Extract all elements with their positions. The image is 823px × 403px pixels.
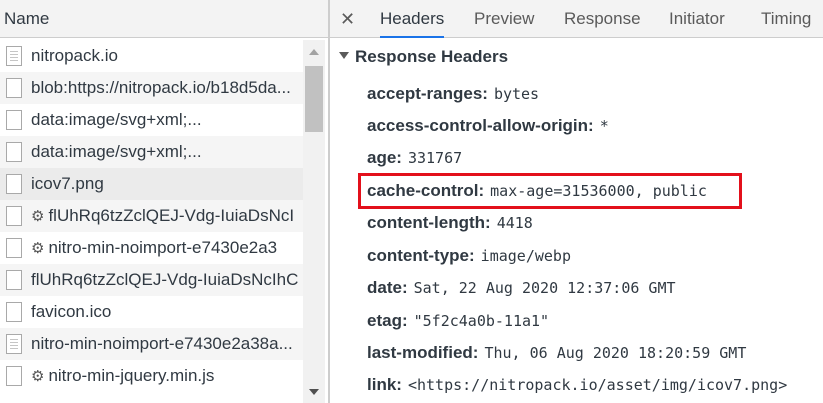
name-column-header[interactable]: Name [0,0,328,38]
request-name: icov7.png [31,174,104,193]
details-tabbar: ✕ Headers Preview Response Initiator Tim… [330,0,823,38]
header-value: 4418 [496,214,533,232]
scroll-up-arrow-icon[interactable] [309,49,319,55]
request-name: nitro-min-jquery.min.js [48,366,215,385]
header-row: content-length: 4418 [367,212,533,234]
header-row: age: 331767 [367,147,462,169]
file-icon [6,206,22,226]
file-icon [6,174,22,194]
header-row: etag: "5f2c4a0b-11a1" [367,310,549,332]
header-key: date: [367,278,408,297]
header-key: age: [367,148,402,167]
header-row: access-control-allow-origin: * [367,115,609,137]
request-name: nitro-min-noimport-e7430e2a38a... [31,334,293,353]
request-name: data:image/svg+xml;... [31,110,202,129]
header-row: content-type: image/webp [367,245,571,267]
header-value: <https://nitropack.io/asset/img/icov7.pn… [407,376,788,394]
expand-triangle-icon [339,52,349,59]
request-row[interactable]: nitro-min-noimport-e7430e2a38a... [0,328,303,360]
request-name: data:image/svg+xml;... [31,142,202,161]
header-value: image/webp [480,247,571,265]
file-icon [6,142,22,162]
gear-icon: ⚙ [31,368,45,385]
tab-response[interactable]: Response [564,0,641,38]
request-name: favicon.ico [31,302,112,321]
gear-icon: ⚙ [31,208,45,225]
request-row[interactable]: favicon.ico [0,296,303,328]
header-key: link: [367,375,402,394]
request-row-selected[interactable]: icov7.png [0,168,303,200]
tab-preview[interactable]: Preview [474,0,534,38]
request-row[interactable]: blob:https://nitropack.io/b18d5da... [0,72,303,104]
tab-initiator[interactable]: Initiator [669,0,725,38]
response-headers-section-toggle[interactable]: Response Headers [339,47,508,67]
request-row[interactable]: ⚙ nitro-min-noimport-e7430e2a3 [0,232,303,264]
request-rows: nitropack.io blob:https://nitropack.io/b… [0,40,303,392]
request-row[interactable]: data:image/svg+xml;... [0,136,303,168]
request-list-scrollbar[interactable] [303,40,325,403]
header-row: last-modified: Thu, 06 Aug 2020 18:20:59 … [367,342,746,364]
request-row[interactable]: data:image/svg+xml;... [0,104,303,136]
header-row: accept-ranges: bytes [367,83,539,105]
section-title: Response Headers [355,47,509,66]
file-icon [6,78,22,98]
file-icon [6,238,22,258]
header-key: accept-ranges: [367,84,488,103]
file-icon [6,302,22,322]
header-value: Sat, 22 Aug 2020 12:37:06 GMT [413,279,676,297]
cache-control-highlight [358,173,742,209]
tab-headers[interactable]: Headers [380,0,445,38]
file-icon [6,110,22,130]
request-name: nitropack.io [31,46,118,65]
scroll-down-arrow-icon[interactable] [309,389,319,395]
header-value: "5f2c4a0b-11a1" [413,312,550,330]
scrollbar-thumb[interactable] [305,66,323,132]
request-name: flUhRq6tzZclQEJ-Vdg-IuiaDsNcIhC [31,270,299,289]
file-icon [6,366,22,386]
request-name: flUhRq6tzZclQEJ-Vdg-IuiaDsNcI [48,206,295,225]
request-name: blob:https://nitropack.io/b18d5da... [31,78,291,97]
request-row[interactable]: ⚙ flUhRq6tzZclQEJ-Vdg-IuiaDsNcI [0,200,303,232]
gear-icon: ⚙ [31,240,45,257]
request-row[interactable]: flUhRq6tzZclQEJ-Vdg-IuiaDsNcIhC [0,264,303,296]
tab-timing[interactable]: Timing [761,0,811,38]
file-icon [6,270,22,290]
header-key: last-modified: [367,343,479,362]
header-value: * [599,117,609,135]
header-row: link: <https://nitropack.io/asset/img/ico… [367,374,787,396]
header-key: content-type: [367,246,475,265]
close-icon[interactable]: ✕ [340,0,355,38]
request-name: nitro-min-noimport-e7430e2a3 [48,238,278,257]
request-row[interactable]: ⚙ nitro-min-jquery.min.js [0,360,303,392]
request-row[interactable]: nitropack.io [0,40,303,72]
header-value: bytes [493,85,540,103]
header-row: date: Sat, 22 Aug 2020 12:37:06 GMT [367,277,676,299]
header-key: etag: [367,311,408,330]
header-key: content-length: [367,213,491,232]
document-icon [6,334,22,354]
header-value: Thu, 06 Aug 2020 18:20:59 GMT [484,344,747,362]
header-value: 331767 [407,149,463,167]
document-icon [6,46,22,66]
header-key: access-control-allow-origin: [367,116,594,135]
request-list-panel: Name nitropack.io blob:https://nitropack… [0,0,328,403]
